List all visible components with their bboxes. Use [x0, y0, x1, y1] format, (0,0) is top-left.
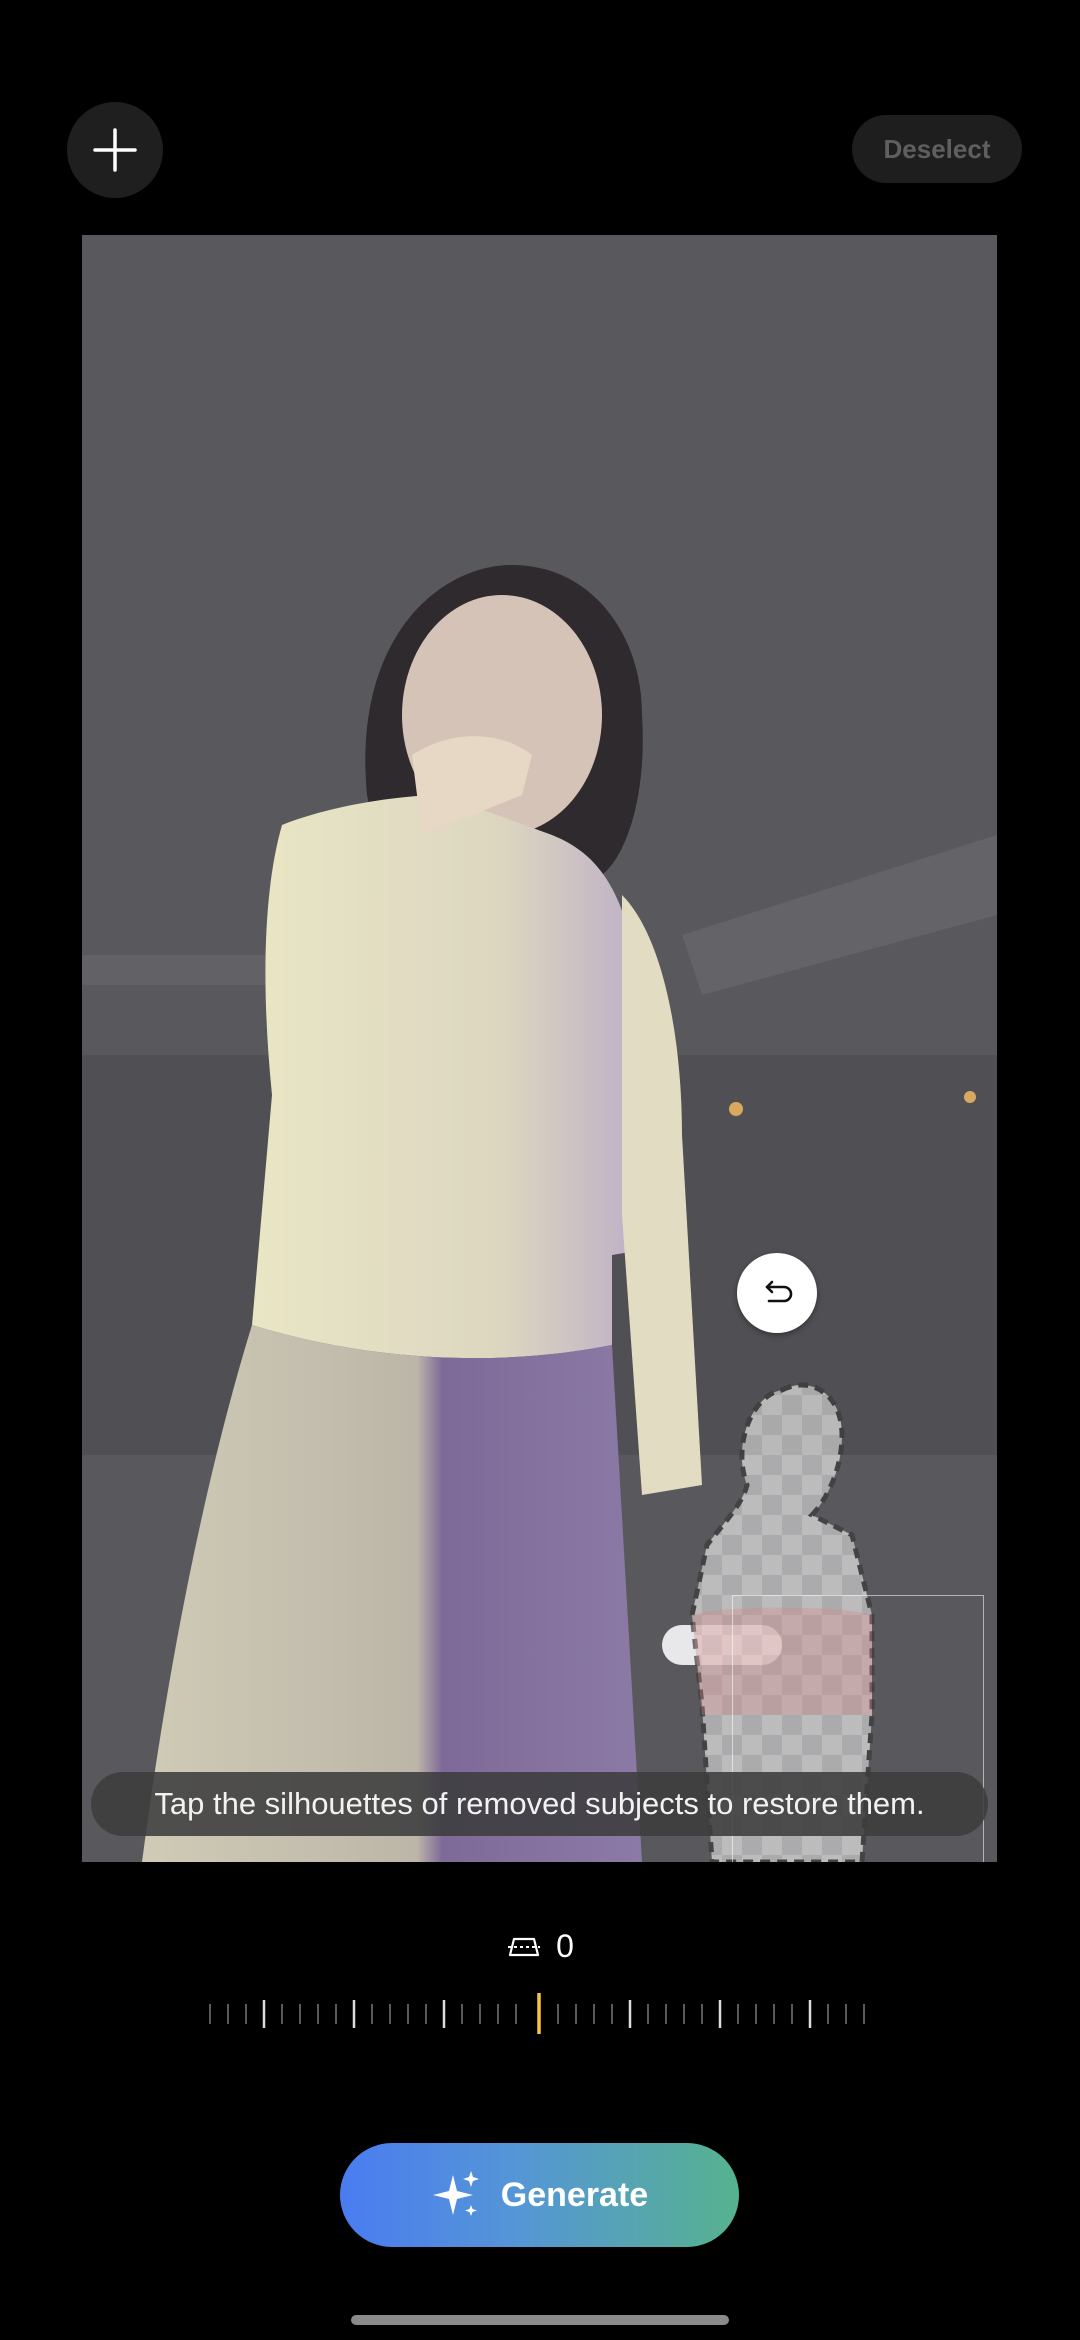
deselect-label: Deselect [883, 133, 991, 164]
angle-value: 0 [556, 1928, 574, 1964]
generate-label: Generate [500, 2175, 649, 2214]
undo-arrow-icon [765, 1280, 793, 1303]
generate-button[interactable]: Generate [340, 2143, 739, 2247]
photo-editor-screen: Deselect Tap the silhouettes of removed … [0, 0, 1080, 2340]
sparkle-icon [432, 2171, 479, 2216]
restore-hint-toast: Tap the silhouettes of removed subjects … [91, 1772, 988, 1836]
deselect-button[interactable]: Deselect [852, 115, 1022, 183]
home-indicator[interactable] [351, 2315, 729, 2325]
photo-canvas[interactable] [82, 235, 997, 1862]
add-button[interactable] [67, 102, 163, 198]
angle-ruler-ticks [209, 1993, 865, 2034]
restore-undo-button[interactable] [737, 1253, 817, 1333]
hint-text: Tap the silhouettes of removed subjects … [154, 1786, 925, 1821]
angle-slider[interactable] [200, 1990, 880, 2040]
plus-icon [93, 128, 137, 172]
angle-readout: 0 [0, 1928, 1080, 1965]
perspective-icon [508, 1937, 541, 1956]
